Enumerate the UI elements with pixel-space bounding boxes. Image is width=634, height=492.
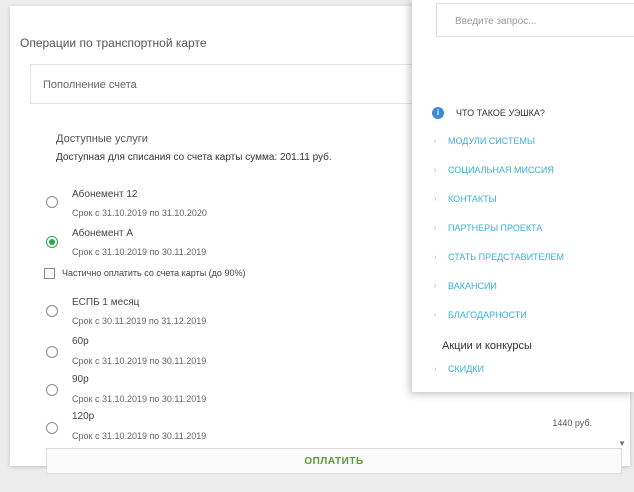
menu-item-modules[interactable]: › МОДУЛИ СИСТЕМЫ — [434, 136, 535, 146]
option-radio-selected[interactable] — [46, 236, 58, 248]
option-radio[interactable] — [46, 305, 58, 317]
menu-item-label: КОНТАКТЫ — [448, 194, 497, 204]
menu-item-label: СКИДКИ — [448, 364, 485, 374]
option-radio[interactable] — [46, 384, 58, 396]
search-box[interactable] — [436, 3, 634, 38]
menu-item-contacts[interactable]: › КОНТАКТЫ — [434, 194, 497, 204]
option-date: Срок с 31.10.2019 по 30.11.2019 — [72, 356, 207, 366]
option-name: 60р — [72, 336, 89, 347]
option-name: Абонемент А — [72, 228, 134, 239]
search-input[interactable] — [437, 4, 634, 38]
chevron-right-icon: › — [434, 282, 437, 290]
option-radio[interactable] — [46, 346, 58, 358]
menu-item-label: ПАРТНЕРЫ ПРОЕКТА — [448, 223, 543, 233]
menu-item-partners[interactable]: › ПАРТНЕРЫ ПРОЕКТА — [434, 223, 542, 233]
menu-title[interactable]: ЧТО ТАКОЕ УЭШКА? — [456, 108, 545, 118]
option-price: 1440 руб. — [552, 418, 592, 428]
promo-heading: Акции и конкурсы — [442, 340, 532, 352]
chevron-right-icon: › — [434, 137, 437, 145]
menu-item-label: СОЦИАЛЬНАЯ МИССИЯ — [448, 165, 554, 175]
menu-item-vacancies[interactable]: › ВАКАНСИИ — [434, 281, 497, 291]
pay-button-label: ОПЛАТИТЬ — [304, 455, 364, 467]
partial-pay-label: Частично оплатить со счета карты (до 90%… — [62, 268, 246, 278]
menu-item-label: СТАТЬ ПРЕДСТАВИТЕЛЕМ — [448, 252, 564, 262]
available-amount-text: Доступная для списания со счета карты су… — [56, 152, 332, 163]
menu-item-label: МОДУЛИ СИСТЕМЫ — [448, 136, 535, 146]
menu-item-thanks[interactable]: › БЛАГОДАРНОСТИ — [434, 310, 527, 320]
option-name: 120р — [72, 411, 95, 422]
scroll-down-arrow-icon[interactable]: ▼ — [618, 439, 626, 448]
site-menu-panel: i ЧТО ТАКОЕ УЭШКА? › МОДУЛИ СИСТЕМЫ › СО… — [412, 0, 634, 392]
option-radio[interactable] — [46, 422, 58, 434]
chevron-right-icon: › — [434, 224, 437, 232]
chevron-right-icon: › — [434, 311, 437, 319]
option-name: 90р — [72, 374, 89, 385]
option-date: Срок с 31.10.2019 по 30.11.2019 — [72, 394, 207, 404]
card-title: Операции по транспортной карте — [20, 36, 207, 50]
option-date: Срок с 30.11.2019 по 31.12.2019 — [72, 316, 207, 326]
chevron-right-icon: › — [434, 253, 437, 261]
option-name: Абонемент 12 — [72, 189, 138, 200]
option-name: ЕСПБ 1 месяц — [72, 297, 140, 308]
operation-select-value: Пополнение счета — [43, 79, 137, 91]
menu-item-discounts[interactable]: › СКИДКИ — [434, 364, 484, 374]
pay-button[interactable]: ОПЛАТИТЬ — [46, 448, 622, 474]
chevron-right-icon: › — [434, 365, 437, 373]
info-icon: i — [432, 107, 444, 119]
chevron-right-icon: › — [434, 166, 437, 174]
partial-pay-checkbox[interactable] — [44, 268, 55, 279]
chevron-right-icon: › — [434, 195, 437, 203]
option-radio[interactable] — [46, 196, 58, 208]
option-date: Срок с 31.10.2019 по 30.11.2019 — [72, 247, 207, 257]
menu-item-social-mission[interactable]: › СОЦИАЛЬНАЯ МИССИЯ — [434, 165, 554, 175]
menu-item-label: БЛАГОДАРНОСТИ — [448, 310, 527, 320]
option-date: Срок с 31.10.2019 по 30.11.2019 — [72, 431, 207, 441]
menu-item-become-representative[interactable]: › СТАТЬ ПРЕДСТАВИТЕЛЕМ — [434, 252, 564, 262]
menu-item-label: ВАКАНСИИ — [448, 281, 497, 291]
services-heading: Доступные услуги — [56, 133, 148, 145]
option-date: Срок с 31.10.2019 по 31.10.2020 — [72, 208, 207, 218]
